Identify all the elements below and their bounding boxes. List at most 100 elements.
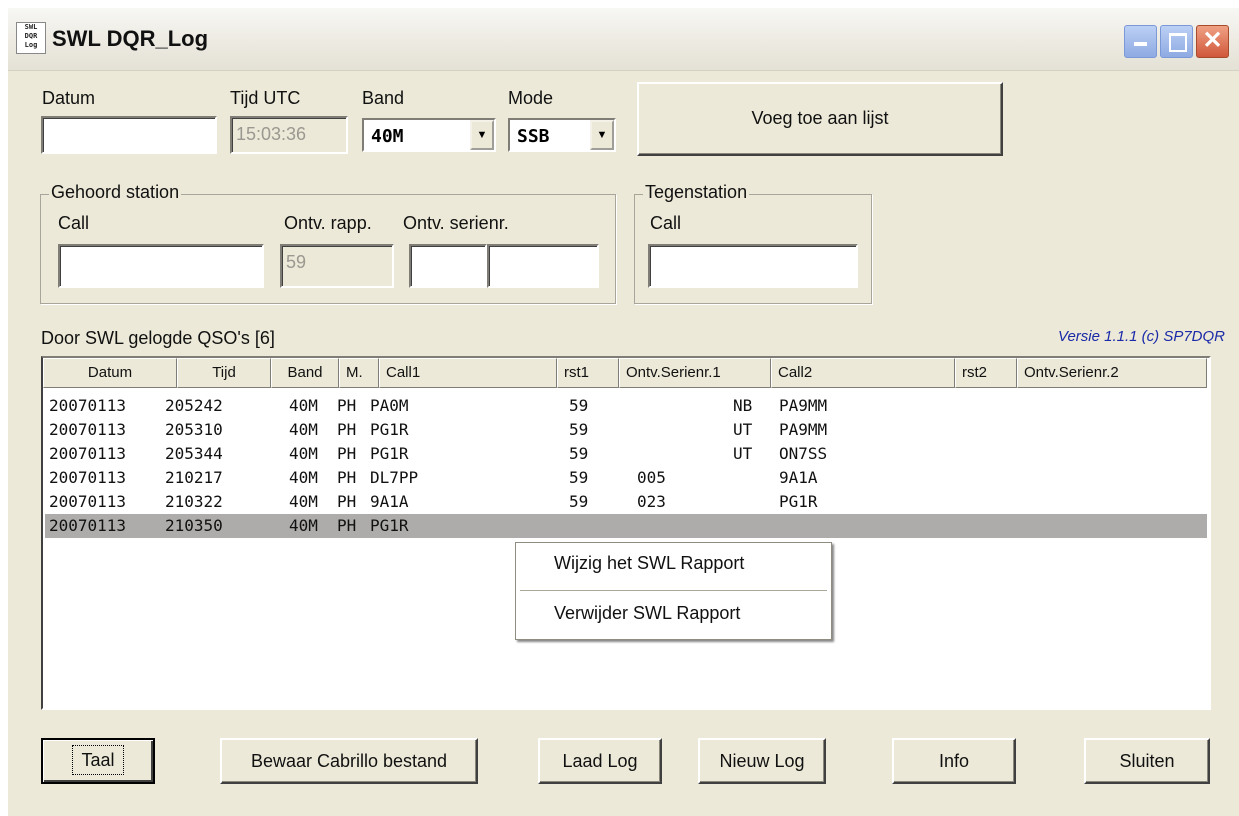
add-to-list-button[interactable]: Voeg toe aan lijst [637,82,1003,156]
serienr-label: Ontv. serienr. [403,213,509,233]
menu-item-delete[interactable]: Verwijder SWL Rapport [554,603,740,624]
load-log-button[interactable]: Laad Log [538,738,662,784]
taal-button[interactable]: Taal [41,738,155,784]
datum-input[interactable] [41,116,217,154]
title-bar[interactable]: SWL DQR Log SWL DQR_Log ✕ [8,8,1239,71]
heard-station-title: Gehoord station [49,182,182,203]
info-button[interactable]: Info [892,738,1016,784]
taal-label: Taal [72,745,124,775]
tijd-utc-field: 15:03:36 [230,116,348,154]
cell-rst1: 59 [569,492,589,511]
cell-call1: PG1R [370,420,409,439]
close-icon: ✕ [1202,27,1223,54]
cell-tijd: 210322 [165,492,223,511]
cell-band: 40M [289,420,318,439]
cell-rst1: 59 [569,468,589,487]
cell-rst1: 59 [569,396,589,415]
new-log-button[interactable]: Nieuw Log [698,738,826,784]
app-window: SWL DQR Log SWL DQR_Log ✕ Datum Tijd UTC 1… [8,8,1239,816]
cell-tijd: 205310 [165,420,223,439]
cell-mode: PH [337,420,357,439]
cell-sn1: 005 [637,468,666,487]
cell-call1: PG1R [370,516,409,535]
table-row[interactable]: 20070113 210350 40M PH PG1R [45,514,1207,538]
context-menu: Wijzig het SWL Rapport Verwijder SWL Rap… [515,542,832,640]
save-cabrillo-button[interactable]: Bewaar Cabrillo bestand [220,738,478,784]
table-row[interactable]: 20070113 210217 40M PH DL7PP 59 005 9A1A [45,466,1207,490]
cell-datum: 20070113 [49,516,127,535]
chevron-down-icon[interactable]: ▼ [590,120,614,150]
band-select[interactable]: 40M ▼ [362,118,496,152]
cell-mode: PH [337,444,357,463]
serienr-input-2[interactable] [487,244,599,288]
maximize-button[interactable] [1160,25,1193,58]
new-log-label: Nieuw Log [719,751,805,771]
band-label: Band [362,88,405,108]
window-title: SWL DQR_Log [52,26,209,51]
mode-value: SSB [517,126,550,147]
column-header[interactable]: Datum [43,358,177,388]
column-header[interactable]: Ontv.Serienr.1 [619,358,771,388]
cell-band: 40M [289,444,318,463]
column-header[interactable]: rst1 [557,358,619,388]
close-button[interactable]: ✕ [1196,25,1229,58]
cell-mode: PH [337,396,357,415]
chevron-down-icon[interactable]: ▼ [470,120,494,150]
column-header[interactable]: M. [339,358,379,388]
cell-band: 40M [289,516,318,535]
add-to-list-label: Voeg toe aan lijst [751,108,889,128]
table-row[interactable]: 20070113 205242 40M PH PA0M 59 NB PA9MM [45,394,1207,418]
cell-datum: 20070113 [49,420,127,439]
table-row[interactable]: 20070113 205310 40M PH PG1R 59 UT PA9MM [45,418,1207,442]
save-cabrillo-label: Bewaar Cabrillo bestand [250,751,448,771]
column-header[interactable]: Tijd [177,358,271,388]
cell-tijd: 205344 [165,444,223,463]
close-app-button[interactable]: Sluiten [1084,738,1210,784]
cell-call1: PA0M [370,396,409,415]
serienr-input-1[interactable] [409,244,487,288]
cell-mode: PH [337,516,357,535]
load-log-label: Laad Log [562,751,638,771]
mode-select[interactable]: SSB ▼ [508,118,616,152]
cell-tijd: 210217 [165,468,223,487]
tijd-label: Tijd UTC [230,88,301,108]
cell-sn1: 023 [637,492,666,511]
table-row[interactable]: 20070113 205344 40M PH PG1R 59 UT ON7SS [45,442,1207,466]
qso-list[interactable]: Datum Tijd Band M. Call1 rst1 Ontv.Serienr.1 Ca… [41,356,1211,710]
maximize-icon [1169,33,1187,52]
cell-call1: 9A1A [370,492,409,511]
cell-call2: ON7SS [779,444,828,463]
counter-call-input[interactable] [648,244,858,288]
cell-call2: 9A1A [779,468,818,487]
cell-band: 40M [289,396,318,415]
cell-datum: 20070113 [49,396,127,415]
menu-separator [520,590,827,592]
column-header[interactable]: Call2 [771,358,955,388]
cell-datum: 20070113 [49,492,127,511]
cell-datum: 20070113 [49,468,127,487]
menu-item-edit[interactable]: Wijzig het SWL Rapport [554,553,744,574]
cell-call2: PA9MM [779,420,828,439]
cell-call1: DL7PP [370,468,419,487]
cell-call2: PG1R [779,492,818,511]
cell-sn1b: UT [733,420,753,439]
minimize-icon [1134,42,1147,46]
cell-rst1: 59 [569,420,589,439]
cell-band: 40M [289,468,318,487]
cell-band: 40M [289,492,318,511]
mode-label: Mode [508,88,554,108]
cell-tijd: 205242 [165,396,223,415]
column-header[interactable]: Ontv.Serienr.2 [1017,358,1207,388]
heard-call-input[interactable] [58,244,264,288]
rapp-field: 59 [280,244,394,288]
cell-call1: PG1R [370,444,409,463]
column-header[interactable]: Band [271,358,339,388]
heard-call-label: Call [58,213,90,233]
minimize-button[interactable] [1124,25,1157,58]
column-header[interactable]: rst2 [955,358,1017,388]
table-row[interactable]: 20070113 210322 40M PH 9A1A 59 023 PG1R [45,490,1207,514]
counter-call-label: Call [650,213,682,233]
column-header[interactable]: Call1 [379,358,557,388]
cell-tijd: 210350 [165,516,223,535]
info-label: Info [938,751,970,771]
